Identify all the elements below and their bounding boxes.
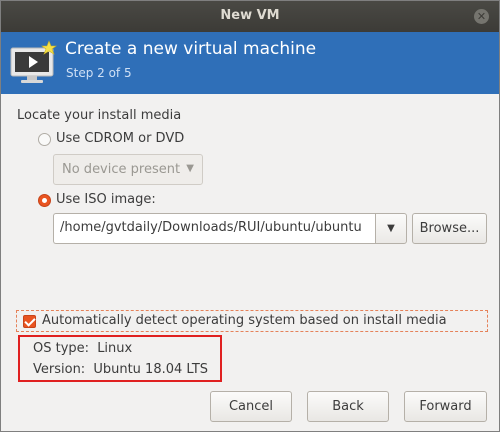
- iso-path-dropdown[interactable]: ▼: [375, 213, 407, 244]
- install-media-heading: Locate your install media: [17, 108, 182, 123]
- cdrom-radio[interactable]: [38, 133, 51, 146]
- back-button[interactable]: Back: [307, 391, 389, 422]
- title-bar: New VM ✕: [1, 1, 499, 32]
- virtual-machine-icon: [10, 40, 57, 83]
- wizard-step: Step 2 of 5: [66, 66, 132, 80]
- os-type-value: Linux: [97, 341, 133, 356]
- iso-path-input[interactable]: /home/gvtdaily/Downloads/RUI/ubuntu/ubun…: [53, 213, 375, 244]
- browse-button[interactable]: Browse...: [412, 213, 487, 244]
- close-icon[interactable]: ✕: [474, 9, 489, 24]
- os-type-row: OS type: Linux: [33, 341, 132, 356]
- auto-detect-checkbox[interactable]: [23, 315, 36, 328]
- cdrom-radio-label[interactable]: Use CDROM or DVD: [56, 131, 184, 146]
- cancel-button[interactable]: Cancel: [210, 391, 292, 422]
- wizard-header: Create a new virtual machine Step 2 of 5: [1, 32, 499, 94]
- auto-detect-label[interactable]: Automatically detect operating system ba…: [42, 313, 447, 328]
- auto-detect-row[interactable]: Automatically detect operating system ba…: [16, 310, 488, 332]
- new-vm-dialog: New VM ✕ Create a new virtual machine St…: [0, 0, 500, 432]
- os-version-value: Ubuntu 18.04 LTS: [93, 362, 209, 377]
- chevron-down-icon: ▼: [186, 163, 194, 174]
- os-version-label: Version:: [33, 362, 86, 377]
- forward-button[interactable]: Forward: [404, 391, 487, 422]
- wizard-title: Create a new virtual machine: [65, 39, 317, 59]
- iso-radio-label[interactable]: Use ISO image:: [56, 192, 156, 207]
- os-type-label: OS type:: [33, 341, 90, 356]
- cdrom-device-select: No device present ▼: [53, 154, 203, 185]
- chevron-down-icon: ▼: [387, 223, 395, 234]
- cdrom-device-value: No device present: [62, 162, 181, 177]
- window-title: New VM: [220, 8, 280, 23]
- os-info-highlight: OS type: Linux Version: Ubuntu 18.04 LTS: [18, 335, 222, 382]
- iso-radio[interactable]: [38, 194, 51, 207]
- os-version-row: Version: Ubuntu 18.04 LTS: [33, 362, 208, 377]
